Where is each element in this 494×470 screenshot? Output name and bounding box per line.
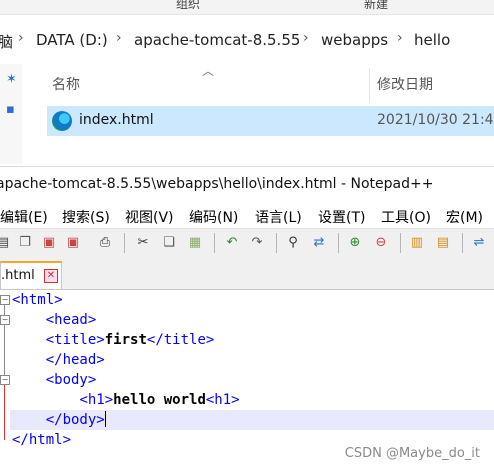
watermark-text: CSDN @Maybe_do_it <box>344 446 480 461</box>
code-line: <html> <box>12 292 63 308</box>
menu-language[interactable]: 语言(L) <box>255 207 302 227</box>
menu-settings[interactable]: 设置(T) <box>318 207 365 227</box>
sync-scroll-horizontal-icon[interactable]: ▤ <box>434 234 452 252</box>
paste-icon[interactable]: ▦ <box>186 234 204 252</box>
address-bar[interactable]: 脑 › DATA (D:) › apache-tomcat-8.5.55 › w… <box>0 26 494 56</box>
sync-scroll-vertical-icon[interactable]: ▥ <box>408 234 426 252</box>
breadcrumb-hello[interactable]: hello <box>414 31 450 49</box>
save-all-icon[interactable]: ❐ <box>16 234 34 252</box>
tab-label: .html <box>1 268 35 283</box>
ribbon-group-organize[interactable]: 组织 <box>176 0 200 12</box>
breadcrumb-drive[interactable]: DATA (D:) <box>36 31 108 49</box>
column-divider[interactable] <box>369 68 370 102</box>
chevron-right-icon[interactable]: › <box>397 30 403 46</box>
chevron-right-icon[interactable]: › <box>18 30 24 46</box>
column-name[interactable]: 名称 <box>52 74 80 94</box>
print-icon[interactable]: ⎙ <box>96 234 114 252</box>
pin-icon: ✶ <box>6 72 17 87</box>
breadcrumb-tomcat[interactable]: apache-tomcat-8.5.55 <box>134 31 300 49</box>
fold-margin[interactable]: − − − <box>0 290 10 470</box>
cut-icon[interactable]: ✂ <box>134 234 152 252</box>
edge-browser-icon <box>52 111 72 131</box>
toolbar-separator <box>276 233 277 253</box>
chevron-right-icon[interactable]: › <box>303 30 309 46</box>
replace-icon[interactable]: ⇄ <box>310 234 328 252</box>
save-icon[interactable]: ▤ <box>0 234 12 252</box>
toolbar-separator <box>214 233 215 253</box>
close-icon[interactable]: ✕ <box>44 269 58 283</box>
close-file-icon[interactable]: ▣ <box>40 234 58 252</box>
navigation-pane[interactable]: ✶ ▪ <box>0 64 22 164</box>
code-line: <h1>hello world<h1> <box>79 392 240 408</box>
fold-toggle-head[interactable]: − <box>0 315 10 325</box>
breadcrumb-webapps[interactable]: webapps <box>321 31 388 49</box>
window-title: apache-tomcat-8.5.55\webapps\hello\index… <box>0 176 434 192</box>
sort-up-icon: ︿ <box>202 64 215 78</box>
menu-encoding[interactable]: 编码(N) <box>189 207 238 227</box>
menu-tools[interactable]: 工具(O) <box>381 207 431 227</box>
chevron-right-icon[interactable]: › <box>116 30 122 46</box>
column-date-modified[interactable]: 修改日期 <box>377 74 433 94</box>
toolbar-separator <box>400 233 401 253</box>
copy-icon[interactable]: ❏ <box>160 234 178 252</box>
folder-icon: ▪ <box>6 102 15 117</box>
file-name[interactable]: index.html <box>79 112 154 128</box>
zoom-in-icon[interactable]: ⊕ <box>346 234 364 252</box>
menu-macro[interactable]: 宏(M) <box>446 207 483 227</box>
toolbar-separator <box>462 233 463 253</box>
explorer-ribbon: 组织 新建 <box>0 0 494 15</box>
zoom-out-icon[interactable]: ⊖ <box>372 234 390 252</box>
window-title-bar[interactable]: apache-tomcat-8.5.55\webapps\hello\index… <box>0 166 494 203</box>
word-wrap-icon[interactable]: ⇌ <box>470 234 488 252</box>
file-row-selected[interactable]: index.html 2021/10/30 21:4 <box>47 106 494 136</box>
text-caret <box>104 411 106 427</box>
fold-toggle-body[interactable]: − <box>0 375 10 385</box>
code-line: <head> <box>45 312 97 328</box>
redo-icon[interactable]: ↷ <box>248 234 266 252</box>
menu-edit[interactable]: 编辑(E) <box>0 207 48 227</box>
fold-line-active <box>4 384 5 440</box>
toolbar-separator <box>124 233 125 253</box>
menu-view[interactable]: 视图(V) <box>125 207 174 227</box>
file-date: 2021/10/30 21:4 <box>377 112 494 128</box>
code-line: <body> <box>45 372 97 388</box>
code-line-current: </body> <box>45 411 106 428</box>
code-line: <title>first</title> <box>45 332 215 348</box>
tab-index-html[interactable]: .html ✕ <box>0 261 62 289</box>
find-icon[interactable]: ⚲ <box>284 234 302 252</box>
toolbar: ▤ ❐ ▣ ▣ ⎙ ✂ ❏ ▦ ↶ ↷ ⚲ ⇄ ⊕ ⊖ ▥ ▤ ⇌ <box>0 228 494 260</box>
code-editor[interactable]: − − − <html> <head> <title>first</title>… <box>0 290 494 470</box>
ribbon-group-new[interactable]: 新建 <box>364 0 388 12</box>
close-all-icon[interactable]: ▣ <box>64 234 82 252</box>
menu-search[interactable]: 搜索(S) <box>62 207 110 227</box>
undo-icon[interactable]: ↶ <box>223 234 241 252</box>
document-tabs: .html ✕ <box>0 259 494 290</box>
code-line: </html> <box>12 432 72 448</box>
code-line: </head> <box>45 352 105 368</box>
fold-toggle-html[interactable]: − <box>0 295 10 305</box>
column-header: ︿ 名称 修改日期 <box>22 62 494 102</box>
breadcrumb-prefix[interactable]: 脑 <box>0 31 13 52</box>
toolbar-separator <box>338 233 339 253</box>
menu-bar: 编辑(E) 搜索(S) 视图(V) 编码(N) 语言(L) 设置(T) 工具(O… <box>0 204 494 228</box>
